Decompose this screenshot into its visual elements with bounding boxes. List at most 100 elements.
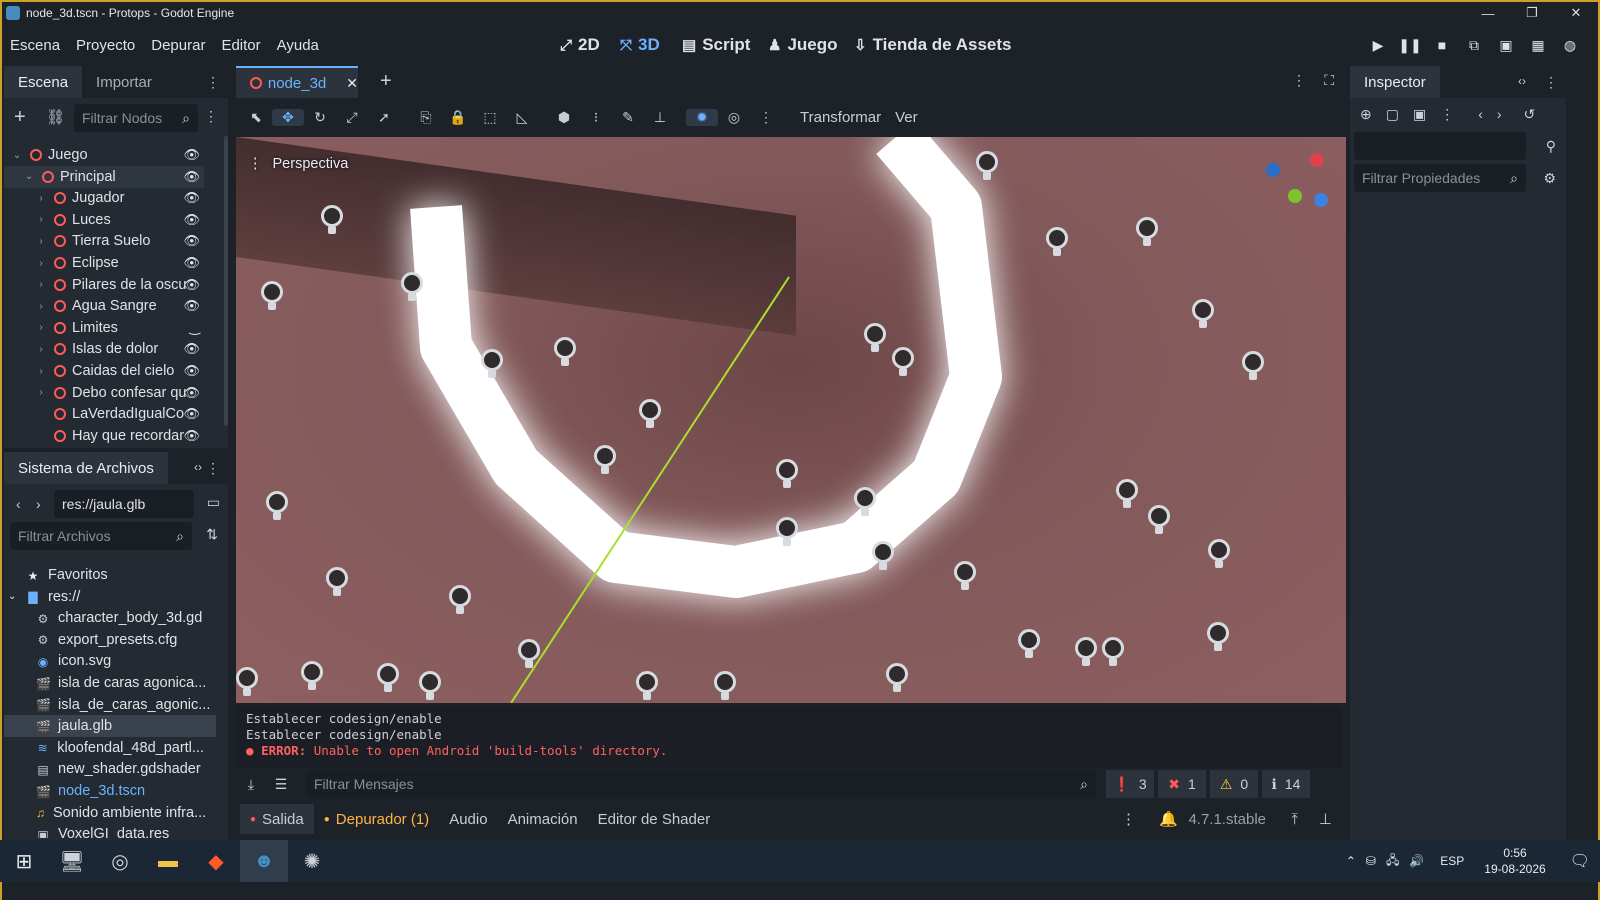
- chevron-down-icon[interactable]: ⌄: [8, 591, 16, 602]
- color-app-icon[interactable]: ✺: [288, 840, 336, 882]
- select-mode-icon[interactable]: ⬉: [240, 109, 272, 126]
- tab-audio[interactable]: Audio: [439, 811, 497, 828]
- collapse-icon[interactable]: ☰: [266, 776, 296, 793]
- inspector-arrows-icon[interactable]: ‹›: [1518, 74, 1526, 88]
- scene-node[interactable]: › Luces 👁: [4, 209, 204, 231]
- pin-icon[interactable]: ⊥: [644, 109, 676, 126]
- paint-icon[interactable]: ✎: [612, 109, 644, 126]
- eye-icon[interactable]: 👁: [183, 298, 200, 314]
- scene-node[interactable]: LaVerdadIgualCo 👁: [4, 403, 204, 425]
- omni-light-icon[interactable]: [481, 349, 503, 378]
- inspector-menu-icon[interactable]: ⋮: [1544, 74, 1558, 91]
- omni-light-icon[interactable]: [1148, 505, 1170, 534]
- omni-light-icon[interactable]: [1102, 637, 1124, 666]
- omni-light-icon[interactable]: [776, 517, 798, 546]
- object-icon[interactable]: ⚲: [1546, 138, 1556, 155]
- chevron-right-icon[interactable]: ›: [34, 193, 48, 204]
- eye-icon[interactable]: 👁: [183, 255, 200, 271]
- workspace-game[interactable]: ♟ Juego: [768, 24, 838, 66]
- chevron-down-icon[interactable]: ⌄: [10, 150, 24, 161]
- tray-chevron-icon[interactable]: ⌃: [1346, 854, 1356, 868]
- menu-proyecto[interactable]: Proyecto: [76, 37, 135, 54]
- godot-taskbar-icon[interactable]: ☻: [240, 840, 288, 882]
- chevron-right-icon[interactable]: ›: [34, 236, 48, 247]
- pin-panel-icon[interactable]: ⊥: [1319, 810, 1332, 828]
- play-scene-icon[interactable]: ▣: [1490, 37, 1522, 54]
- tray-app-icon[interactable]: ⛁: [1366, 854, 1376, 868]
- link-icon[interactable]: ⛓: [46, 108, 65, 126]
- path-field[interactable]: res://jaula.glb: [54, 490, 194, 518]
- omni-light-icon[interactable]: [872, 541, 894, 570]
- tab-node3d[interactable]: node_3d ✕: [236, 66, 358, 98]
- omni-light-icon[interactable]: [1242, 351, 1264, 380]
- scene-node[interactable]: › Caidas del cielo 👁: [4, 360, 204, 382]
- file-item[interactable]: 🎬 node_3d.tscn: [4, 780, 204, 802]
- message-count-button[interactable]: ❗ 3: [1106, 770, 1154, 798]
- omni-light-icon[interactable]: [1208, 539, 1230, 568]
- chevron-right-icon[interactable]: ›: [34, 344, 48, 355]
- toolbar-menu-icon[interactable]: ⋮: [750, 109, 782, 126]
- eye-closed-icon[interactable]: ‿: [190, 320, 200, 336]
- omni-light-icon[interactable]: [449, 585, 471, 614]
- minimize-button[interactable]: —: [1466, 2, 1510, 24]
- omni-light-icon[interactable]: [266, 491, 288, 520]
- tab-inspector[interactable]: Inspector: [1350, 66, 1440, 98]
- chevron-right-icon[interactable]: ›: [34, 366, 48, 377]
- tabs-menu-icon[interactable]: ⋮: [1292, 72, 1306, 89]
- tab-shader-editor[interactable]: Editor de Shader: [588, 811, 721, 828]
- file-item[interactable]: ▣ VoxelGI_data.res: [4, 823, 204, 838]
- omni-light-icon[interactable]: [1192, 299, 1214, 328]
- clear-output-icon[interactable]: ⤓: [236, 776, 266, 793]
- scene-node[interactable]: › Pilares de la oscu 👁: [4, 274, 204, 296]
- inspector-more-icon[interactable]: ⋮: [1440, 106, 1454, 123]
- warning-count-button[interactable]: ⚠ 0: [1210, 770, 1258, 798]
- omni-light-icon[interactable]: [776, 459, 798, 488]
- scene-node[interactable]: › Agua Sangre 👁: [4, 295, 204, 317]
- tab-animacion[interactable]: Animación: [498, 811, 588, 828]
- omni-light-icon[interactable]: [1075, 637, 1097, 666]
- omni-light-icon[interactable]: [864, 323, 886, 352]
- language-indicator[interactable]: ESP: [1440, 854, 1464, 868]
- view-menu[interactable]: Ver: [895, 109, 918, 126]
- filter-properties-input[interactable]: Filtrar Propiedades ⌕: [1354, 164, 1526, 192]
- split-view-icon[interactable]: ▭: [207, 494, 220, 511]
- close-window-button[interactable]: ✕: [1554, 2, 1598, 24]
- environment-icon[interactable]: ◎: [718, 109, 750, 126]
- file-item[interactable]: ◉ icon.svg: [4, 650, 204, 672]
- file-item[interactable]: ⚙ export_presets.cfg: [4, 629, 204, 651]
- maximize-button[interactable]: ❐: [1510, 2, 1554, 24]
- omni-light-icon[interactable]: [636, 671, 658, 700]
- distraction-free-icon[interactable]: ⛶: [1324, 72, 1334, 89]
- file-item[interactable]: 🎬 isla de caras agonica...: [4, 672, 206, 694]
- fs-menu-icon[interactable]: ⋮: [206, 460, 220, 477]
- version-label[interactable]: 4.7.1.stable: [1188, 811, 1266, 828]
- save-icon[interactable]: ▣: [1413, 106, 1426, 123]
- file-item[interactable]: 🎬 isla_de_caras_agonic...: [4, 694, 210, 716]
- file-item[interactable]: ≋ kloofendal_48d_partl...: [4, 737, 204, 759]
- tab-depurador[interactable]: ● Depurador (1): [314, 811, 439, 828]
- clock[interactable]: 0:56 19-08-2026: [1484, 845, 1545, 877]
- dock-arrows-icon[interactable]: ‹›: [194, 460, 202, 474]
- 3d-viewport[interactable]: ⋮ Perspectiva: [236, 137, 1346, 703]
- omni-light-icon[interactable]: [1018, 629, 1040, 658]
- history-icon[interactable]: ↺: [1524, 106, 1536, 123]
- obs-icon[interactable]: ◎: [96, 840, 144, 882]
- omni-light-icon[interactable]: [377, 663, 399, 692]
- sun-icon[interactable]: ✹: [686, 108, 718, 126]
- list-select-icon[interactable]: ➚: [368, 109, 400, 126]
- tab-escena[interactable]: Escena: [4, 66, 83, 98]
- file-item[interactable]: ▤ new_shader.gdshader: [4, 758, 204, 780]
- workspace-script[interactable]: ▤ Script: [682, 24, 750, 66]
- omni-light-icon[interactable]: [892, 347, 914, 376]
- settings-icon[interactable]: ⚙: [1543, 170, 1556, 187]
- info-count-button[interactable]: ℹ 14: [1262, 770, 1310, 798]
- add-node-icon[interactable]: +: [14, 106, 26, 129]
- workspace-3d[interactable]: ⤧ 3D: [620, 24, 660, 66]
- bottom-menu-icon[interactable]: ⋮: [1121, 810, 1136, 828]
- workspace-assetlib[interactable]: ⇩ Tienda de Assets: [854, 24, 1011, 66]
- remote-debug-icon[interactable]: ⧉: [1458, 37, 1490, 54]
- scene-scrollbar[interactable]: [224, 136, 228, 426]
- back-icon[interactable]: ‹: [16, 496, 21, 512]
- omni-light-icon[interactable]: [401, 272, 423, 301]
- pause-icon[interactable]: ❚❚: [1394, 37, 1426, 54]
